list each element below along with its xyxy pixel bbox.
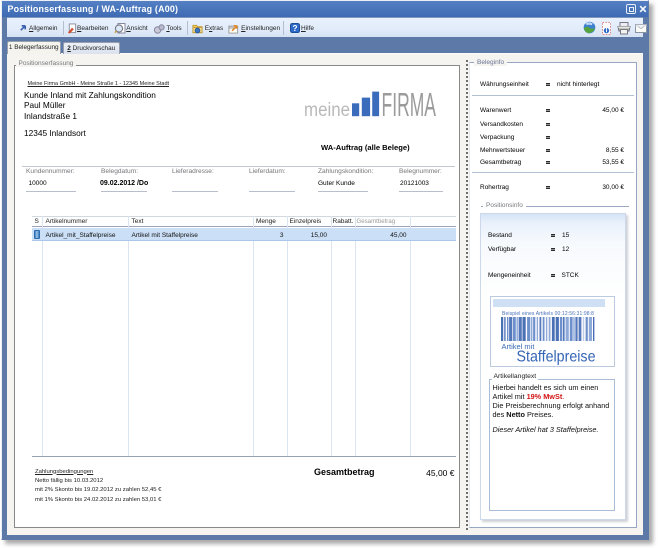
svg-text:Staffelpreise: Staffelpreise <box>517 349 596 366</box>
svg-text:?: ? <box>292 24 297 33</box>
svg-text:FIRMA: FIRMA <box>382 88 437 120</box>
svg-text:meine: meine <box>304 100 350 120</box>
